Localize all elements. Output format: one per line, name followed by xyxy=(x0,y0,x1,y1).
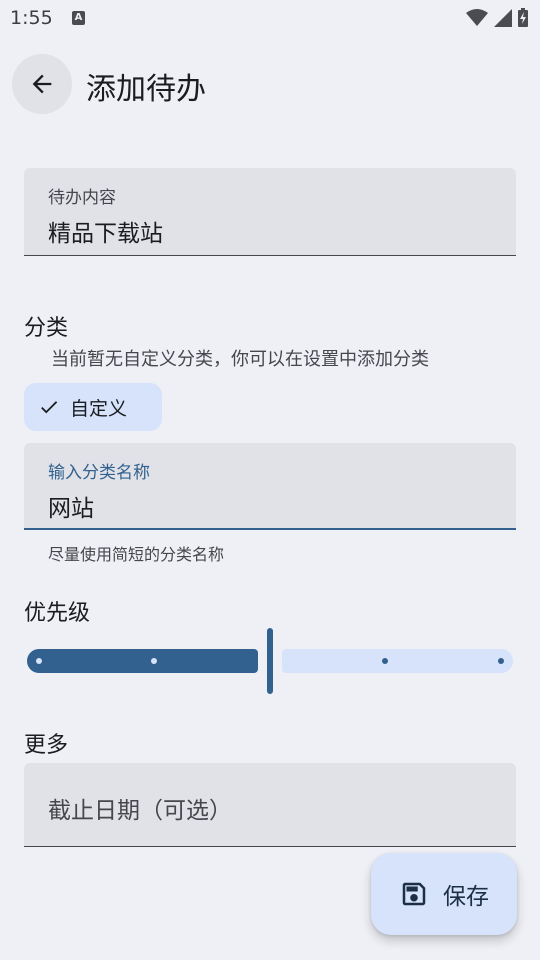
category-name-field[interactable]: 输入分类名称 网站 xyxy=(24,443,516,530)
back-button[interactable] xyxy=(12,54,72,114)
page-title: 添加待办 xyxy=(86,72,206,107)
todo-content-field[interactable]: 待办内容 精品下载站 xyxy=(24,168,516,256)
slider-tick xyxy=(382,658,388,664)
category-name-helper: 尽量使用简短的分类名称 xyxy=(48,545,225,564)
save-label: 保存 xyxy=(443,884,489,910)
slider-tick xyxy=(36,658,42,664)
battery-icon xyxy=(518,8,528,27)
wifi-icon xyxy=(466,8,488,26)
priority-slider-active-track[interactable] xyxy=(27,649,258,673)
slider-tick xyxy=(498,658,504,664)
slider-tick xyxy=(151,658,157,664)
chip-label: 自定义 xyxy=(70,397,128,420)
todo-content-label: 待办内容 xyxy=(48,188,116,208)
priority-title: 优先级 xyxy=(24,601,91,626)
status-icons xyxy=(466,8,528,27)
priority-slider-inactive-track[interactable] xyxy=(282,649,513,673)
more-title: 更多 xyxy=(24,733,69,758)
category-title: 分类 xyxy=(24,316,69,341)
deadline-field[interactable]: 截止日期（可选） xyxy=(24,763,516,847)
signal-icon xyxy=(494,8,512,27)
category-hint: 当前暂无自定义分类，你可以在设置中添加分类 xyxy=(51,349,429,370)
category-name-label: 输入分类名称 xyxy=(48,463,150,483)
todo-content-value: 精品下载站 xyxy=(48,221,163,247)
category-name-value: 网站 xyxy=(48,496,94,522)
check-icon xyxy=(41,401,58,414)
save-button[interactable]: 保存 xyxy=(371,853,517,935)
arrow-back-icon xyxy=(32,74,52,94)
priority-slider-thumb[interactable] xyxy=(267,628,273,694)
custom-category-chip[interactable]: 自定义 xyxy=(24,383,162,431)
status-time: 1:55 xyxy=(10,7,53,29)
deadline-placeholder: 截止日期（可选） xyxy=(48,798,232,824)
notification-icon: A xyxy=(72,11,85,25)
save-icon xyxy=(402,882,426,906)
